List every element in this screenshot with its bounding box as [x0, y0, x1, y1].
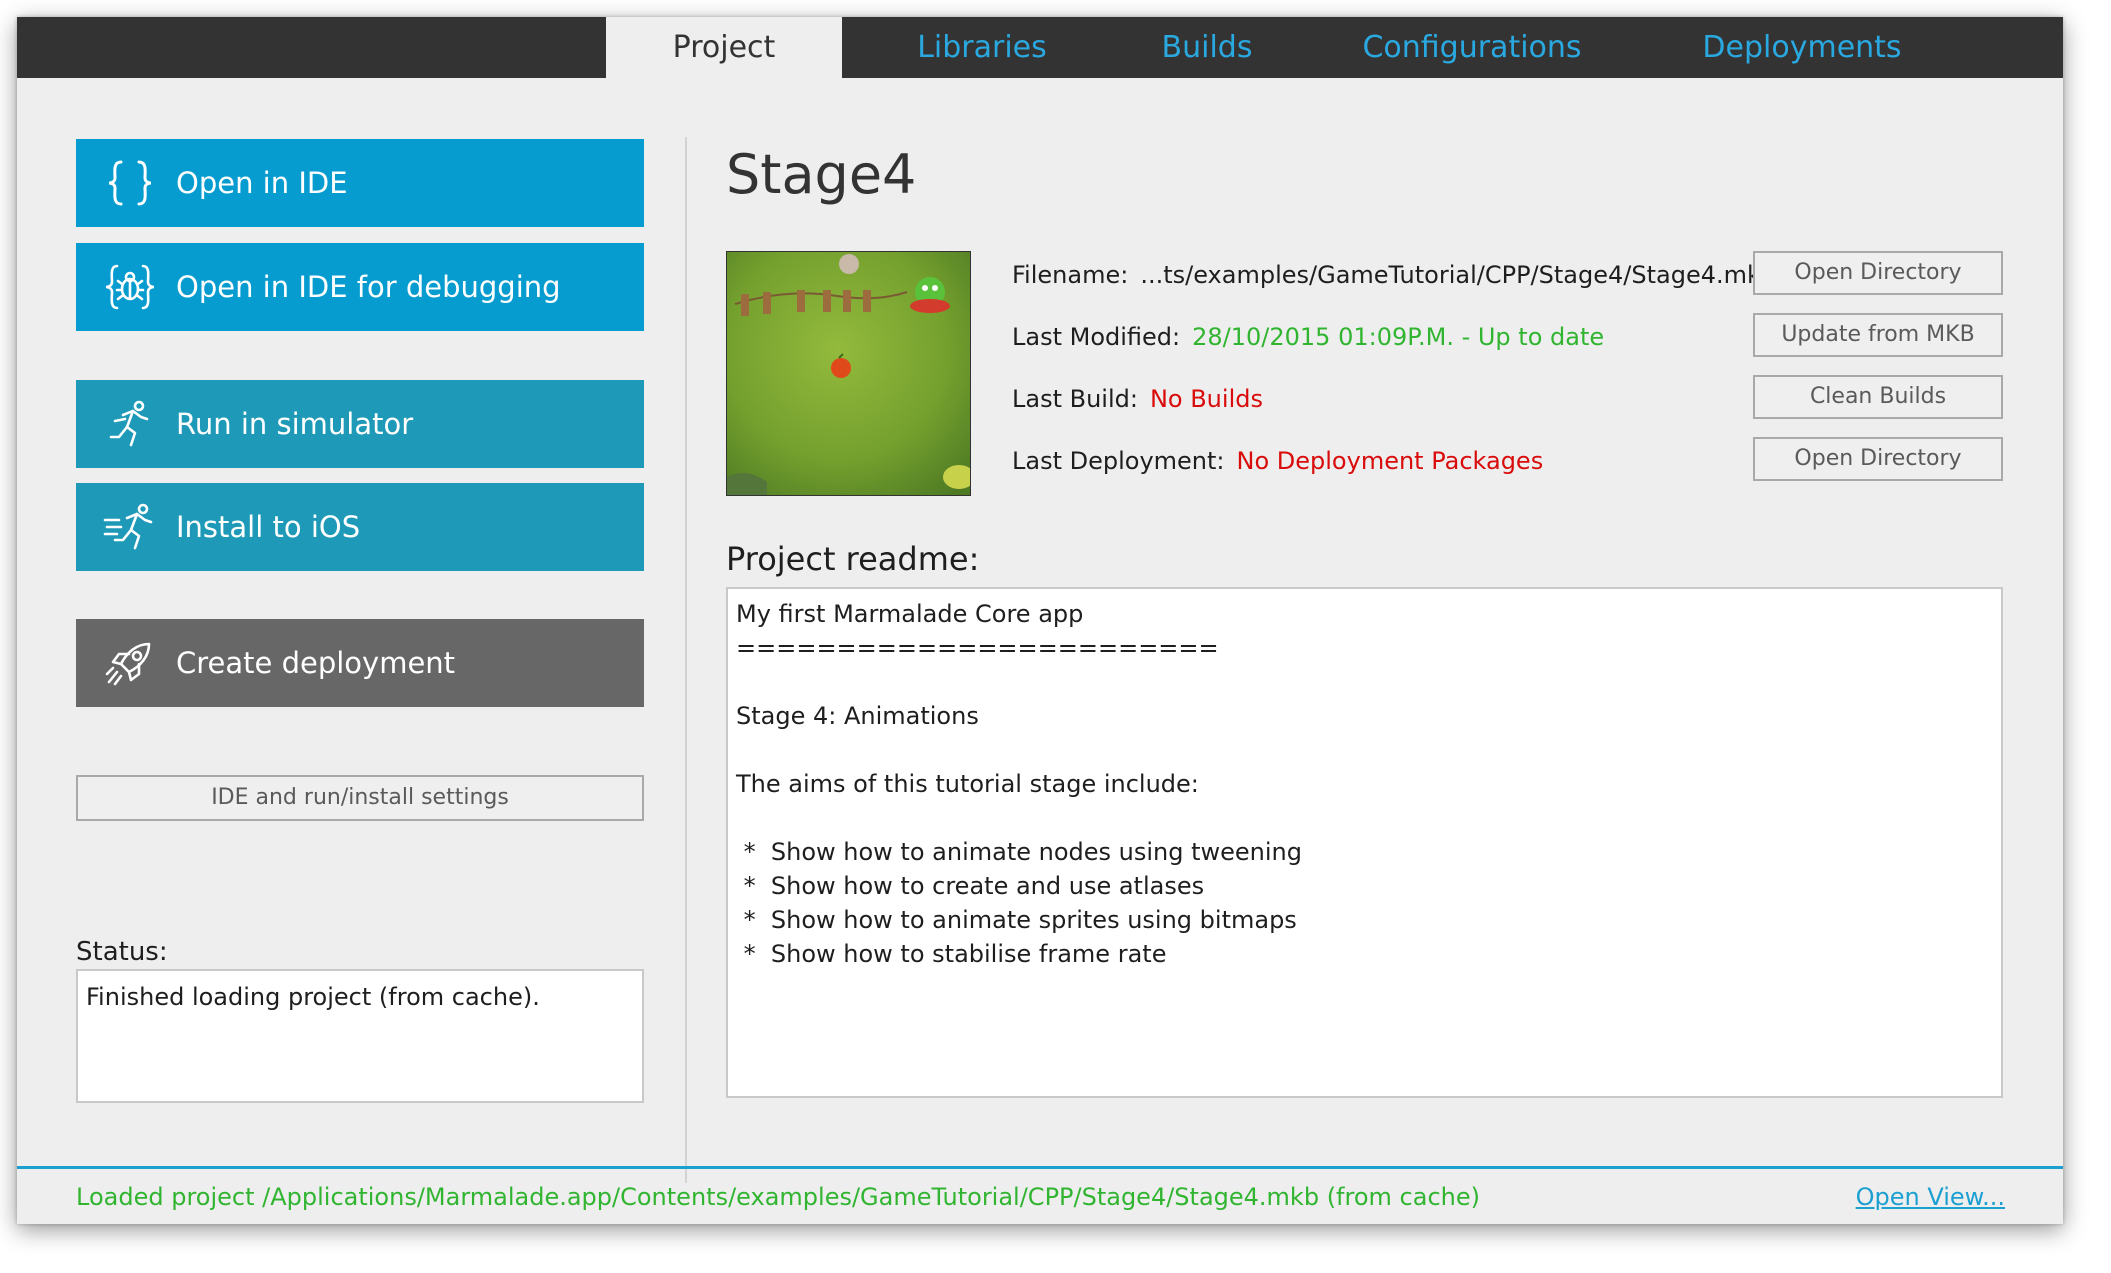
open-in-ide-button[interactable]: Open in IDE	[76, 139, 644, 227]
last-modified-row: Last Modified: 28/10/2015 01:09P.M. - Up …	[1012, 323, 1604, 351]
create-deployment-label: Create deployment	[176, 646, 456, 680]
last-build-label: Last Build:	[1012, 385, 1138, 413]
project-thumbnail	[726, 251, 971, 496]
tab-project[interactable]: Project	[606, 17, 842, 78]
readme-line: * Show how to animate nodes using tweeni…	[736, 838, 1303, 866]
tab-bar: Project Libraries Builds Configurations …	[17, 17, 2063, 78]
filename-label: Filename:	[1012, 261, 1129, 289]
filename-value: ...ts/examples/GameTutorial/CPP/Stage4/S…	[1140, 261, 1777, 289]
readme-line: The aims of this tutorial stage include:	[736, 770, 1199, 798]
open-in-ide-debug-label: Open in IDE for debugging	[176, 270, 561, 304]
open-deployment-directory-button[interactable]: Open Directory	[1753, 437, 2003, 481]
readme-line	[736, 665, 1993, 699]
last-deployment-label: Last Deployment:	[1012, 447, 1225, 475]
tab-configurations[interactable]: Configurations	[1317, 17, 1627, 78]
clean-builds-button[interactable]: Clean Builds	[1753, 375, 2003, 419]
column-divider	[685, 137, 687, 1183]
run-in-simulator-button[interactable]: Run in simulator	[76, 380, 644, 468]
open-in-ide-label: Open in IDE	[176, 166, 348, 200]
ide-settings-button[interactable]: IDE and run/install settings	[76, 775, 644, 821]
readme-line: * Show how to stabilise frame rate	[736, 940, 1167, 968]
readme-line: * Show how to animate sprites using bitm…	[736, 906, 1297, 934]
create-deployment-button[interactable]: Create deployment	[76, 619, 644, 707]
last-deployment-value: No Deployment Packages	[1236, 447, 1544, 475]
app-window: Project Libraries Builds Configurations …	[17, 17, 2063, 1224]
last-build-row: Last Build: No Builds	[1012, 385, 1263, 413]
bug-braces-icon	[102, 259, 158, 315]
last-modified-label: Last Modified:	[1012, 323, 1181, 351]
run-in-simulator-label: Run in simulator	[176, 407, 414, 441]
rocket-icon	[102, 635, 158, 691]
open-in-ide-debug-button[interactable]: Open in IDE for debugging	[76, 243, 644, 331]
filename-row: Filename: ...ts/examples/GameTutorial/CPP…	[1012, 261, 1776, 289]
update-from-mkb-button[interactable]: Update from MKB	[1753, 313, 2003, 357]
last-modified-value: 28/10/2015 01:09P.M. - Up to date	[1192, 323, 1605, 351]
status-text: Finished loading project (from cache).	[76, 969, 644, 1103]
readme-line	[736, 733, 1993, 767]
tab-builds[interactable]: Builds	[1127, 17, 1287, 78]
readme-text-area[interactable]: My first Marmalade Core app ============…	[726, 587, 2003, 1098]
last-deployment-row: Last Deployment: No Deployment Packages	[1012, 447, 1543, 475]
open-view-link[interactable]: Open View...	[1856, 1183, 2005, 1211]
readme-line: ========================	[736, 634, 1219, 662]
readme-label: Project readme:	[726, 540, 980, 578]
readme-line: * Show how to create and use atlases	[736, 872, 1205, 900]
fast-runner-icon	[102, 499, 158, 555]
install-to-ios-button[interactable]: Install to iOS	[76, 483, 644, 571]
readme-line: Stage 4: Animations	[736, 702, 979, 730]
braces-icon	[102, 155, 158, 211]
last-build-value: No Builds	[1149, 385, 1263, 413]
install-to-ios-label: Install to iOS	[176, 510, 361, 544]
readme-line	[736, 801, 1993, 835]
footer-status-message: Loaded project /Applications/Marmalade.a…	[76, 1183, 1480, 1211]
tab-libraries[interactable]: Libraries	[877, 17, 1087, 78]
status-label: Status:	[76, 937, 168, 967]
runner-icon	[102, 396, 158, 452]
footer-divider	[17, 1166, 2063, 1169]
project-title: Stage4	[726, 143, 917, 206]
tab-deployments[interactable]: Deployments	[1657, 17, 1947, 78]
open-directory-button[interactable]: Open Directory	[1753, 251, 2003, 295]
readme-line: My first Marmalade Core app	[736, 600, 1084, 628]
